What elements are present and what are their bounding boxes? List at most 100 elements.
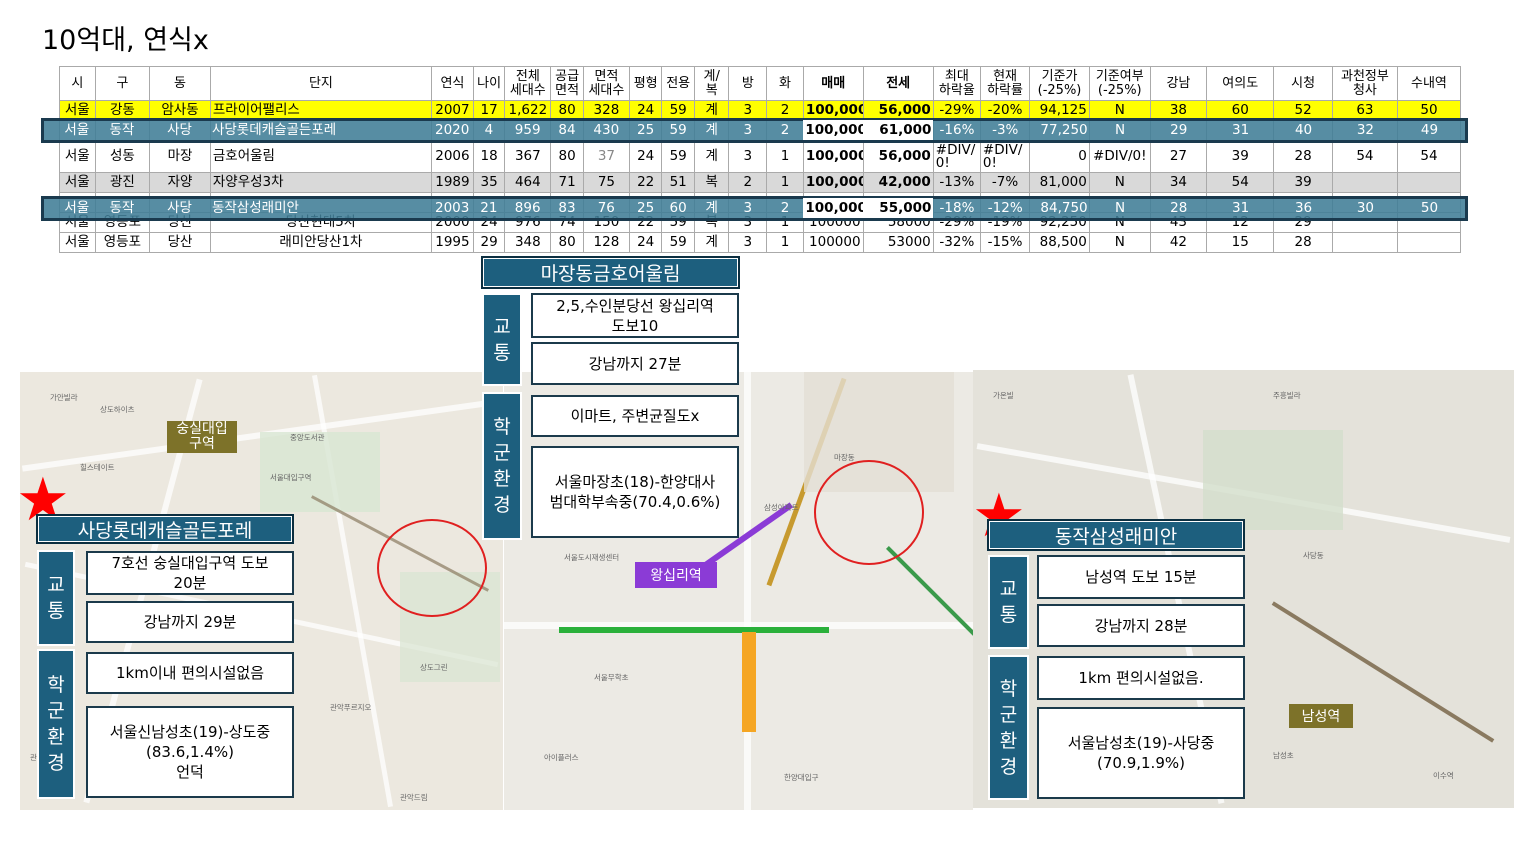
table-cell: 348 bbox=[504, 232, 552, 253]
table-cell: N bbox=[1114, 199, 1126, 216]
table-cell: 마장 bbox=[149, 140, 211, 173]
table-cell: 계 bbox=[705, 199, 718, 216]
school-label: 학 군 환 경 bbox=[37, 649, 75, 799]
table-cell: 당산 bbox=[149, 232, 211, 253]
table-cell: 80 bbox=[550, 232, 584, 253]
boxed-row[interactable]: 서울 동작 사당 동작삼성래미안 2003 21 896 83 76 25 60 계 3 2 100,000… bbox=[59, 198, 1461, 218]
column-header: 여의도 bbox=[1206, 66, 1275, 101]
sadang-gangnam: 강남까지 29분 bbox=[86, 601, 294, 643]
table-row[interactable]: 서울 영등포 당산 래미안당산1차 1995 29 348 80 128 24 59 계 3 1 10000… bbox=[59, 232, 1462, 253]
table-cell: 49 bbox=[1420, 121, 1439, 138]
namseong-school: 서울남성초(19)-사당중 (70.9,1.9%) bbox=[1037, 707, 1245, 799]
table-cell: 1989 bbox=[430, 172, 474, 193]
transport-label: 교 통 bbox=[482, 293, 522, 386]
table-cell: 21 bbox=[480, 199, 498, 216]
table-cell: 서울 bbox=[64, 199, 90, 216]
table-cell: 24 bbox=[628, 232, 663, 253]
table-cell: 32 bbox=[1356, 121, 1374, 138]
namseong-title: 동작삼성래미안 bbox=[987, 519, 1245, 551]
table-cell: 2 bbox=[780, 199, 790, 216]
column-header: 매매 bbox=[802, 66, 864, 101]
column-header: 수내역 bbox=[1396, 66, 1462, 101]
table-cell: 15 bbox=[1206, 232, 1275, 253]
table-cell: 성동 bbox=[94, 140, 151, 173]
table-cell: 사당 bbox=[167, 121, 192, 138]
map-majang[interactable]: 서울도시재생센터 서울무학초 마장동 삼성아파트 아이플러스 한양대입구 왕십리역 bbox=[504, 372, 973, 810]
table-cell: 40 bbox=[1294, 121, 1313, 138]
table-cell: 2006 bbox=[430, 140, 474, 173]
column-header: 과천정부 청사 bbox=[1331, 66, 1398, 101]
station-label: 왕십리역 bbox=[635, 562, 717, 588]
column-header: 현재 하락률 bbox=[979, 66, 1031, 101]
table-cell: 2003 bbox=[435, 199, 470, 216]
table-cell: 28 bbox=[1170, 199, 1188, 216]
table-cell: 31 bbox=[1232, 199, 1250, 216]
column-header: 시 bbox=[59, 66, 96, 101]
table-cell: 자양 bbox=[149, 172, 211, 193]
table-cell: 영등포 bbox=[94, 232, 151, 253]
table-cell: 42 bbox=[1149, 232, 1208, 253]
column-header: 기준여부 (-25%) bbox=[1088, 66, 1151, 101]
sadang-transport: 7호선 숭실대입구역 도보 20분 bbox=[86, 551, 294, 595]
column-header: 전용 bbox=[661, 66, 695, 101]
table-row[interactable]: 서울 광진 자양 자양우성3차 1989 35 464 71 75 22 51 복 2 1 100,000 4… bbox=[59, 172, 1462, 193]
majang-title: 마장동금호어울림 bbox=[481, 256, 740, 289]
table-cell: 464 bbox=[504, 172, 552, 193]
table-cell: N bbox=[1088, 232, 1151, 253]
column-header: 기준가 (-25%) bbox=[1029, 66, 1090, 101]
table-cell: -3% bbox=[992, 121, 1019, 138]
table-cell: 자양우성3차 bbox=[209, 172, 432, 193]
table-cell: 동작 bbox=[109, 121, 135, 138]
table-cell: 53000 bbox=[862, 232, 934, 253]
table-cell: 사당 bbox=[167, 199, 192, 216]
table-cell: 1995 bbox=[430, 232, 474, 253]
station-label: 숭실대입 구역 bbox=[167, 421, 237, 453]
majang-gangnam: 강남까지 27분 bbox=[531, 342, 739, 385]
table-cell: 896 bbox=[514, 199, 541, 216]
table-cell: 100,000 bbox=[802, 172, 864, 193]
column-header: 화 bbox=[766, 66, 804, 101]
table-cell: 54 bbox=[1331, 140, 1398, 173]
table-cell bbox=[1331, 172, 1398, 193]
table-cell: 계 bbox=[705, 121, 718, 138]
table-cell: N bbox=[1088, 172, 1151, 193]
apartment-table: 시 구 동 단지 연식 나이 전체 세대수 공급 면적 면적 세대수 평형 전용 계/ 복 방 화 매매 전세… bbox=[59, 66, 1462, 253]
column-header: 평형 bbox=[628, 66, 663, 101]
column-header: 구 bbox=[94, 66, 151, 101]
sadang-school: 서울신남성초(19)-상도중 (83.6,1.4%) 언덕 bbox=[86, 706, 294, 798]
table-cell: 금호어울림 bbox=[209, 140, 432, 173]
table-cell: 계 bbox=[693, 232, 730, 253]
table-cell: 55,000 bbox=[863, 198, 934, 218]
table-cell: 77,250 bbox=[1040, 121, 1088, 138]
table-cell: 80 bbox=[550, 140, 584, 173]
majang-school: 서울마장초(18)-한양대사 범대학부속중(70.4,0.6%) bbox=[531, 446, 739, 538]
majang-amenities: 이마트, 주변균질도x bbox=[531, 395, 739, 437]
table-cell: 0 bbox=[1029, 140, 1090, 173]
table-row[interactable]: 서울 성동 마장 금호어울림 2006 18 367 80 37 24 59 계 3 1 100,000 56… bbox=[59, 140, 1462, 173]
table-cell: 60 bbox=[669, 199, 687, 216]
table-cell: 서울 bbox=[59, 172, 96, 193]
table-cell: 광진 bbox=[94, 172, 151, 193]
table-cell: 54 bbox=[1206, 172, 1275, 193]
column-header: 전세 bbox=[862, 66, 934, 101]
table-cell: 3 bbox=[728, 140, 768, 173]
column-header: 나이 bbox=[472, 66, 506, 101]
location-circle bbox=[377, 519, 487, 617]
table-cell: 34 bbox=[1149, 172, 1208, 193]
transport-label: 교 통 bbox=[988, 555, 1029, 649]
table-cell: 3 bbox=[743, 199, 753, 216]
table-cell: -32% bbox=[932, 232, 981, 253]
table-cell: 29 bbox=[1170, 121, 1188, 138]
table-cell: 25 bbox=[637, 199, 655, 216]
page-title: 10억대, 연식x bbox=[42, 25, 209, 56]
table-cell: 88,500 bbox=[1029, 232, 1090, 253]
column-header: 전체 세대수 bbox=[504, 66, 552, 101]
table-cell: 사당롯데캐슬골든포레 bbox=[211, 121, 337, 138]
table-cell: #DIV/0! bbox=[932, 140, 981, 173]
table-cell: 37 bbox=[582, 140, 630, 173]
boxed-row[interactable]: 서울 동작 사당 사당롯데캐슬골든포레 2020 4 959 84 430 25 59 계 3 2 100,… bbox=[59, 120, 1461, 140]
table-cell: 367 bbox=[504, 140, 552, 173]
table-cell: -13% bbox=[932, 172, 981, 193]
table-cell: 서울 bbox=[59, 140, 96, 173]
table-cell: 1 bbox=[766, 140, 804, 173]
